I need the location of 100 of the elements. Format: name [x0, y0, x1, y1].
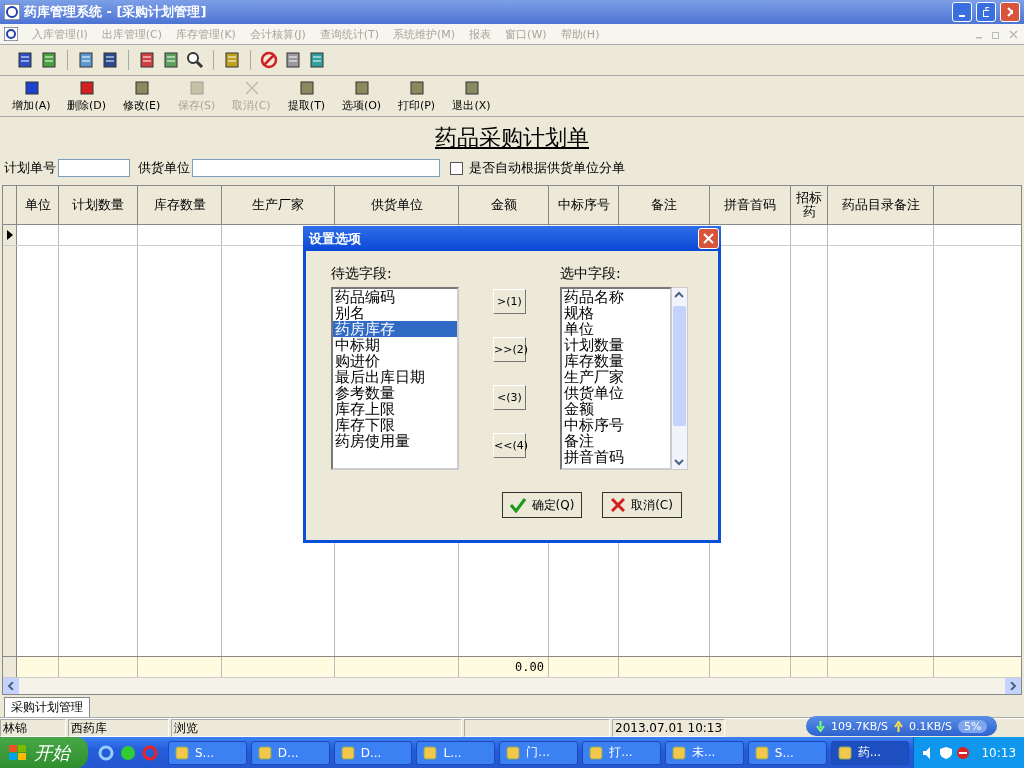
cancel-button[interactable]: 取消(C) [602, 492, 682, 518]
taskbar-button[interactable]: 未... [664, 740, 744, 765]
restore-icon [983, 7, 989, 17]
up-arrow-icon [893, 720, 903, 732]
move-button[interactable]: <(3) [493, 385, 526, 410]
column-header[interactable]: 招标药 [791, 186, 828, 224]
upload-speed: 0.1KB/S [908, 719, 952, 733]
move-button[interactable]: <<(4) [493, 433, 526, 458]
row-selector[interactable] [3, 225, 17, 245]
list-item[interactable]: 参考数量 [333, 385, 457, 401]
dialog-title: 设置选项 [309, 229, 361, 248]
column-header[interactable]: 库存数量 [138, 186, 222, 224]
scroll-left-button[interactable] [3, 678, 19, 694]
scrollbar[interactable] [672, 287, 688, 470]
list-item[interactable]: 规格 [562, 305, 670, 321]
taskbar-button[interactable]: D... [250, 740, 330, 765]
taskbar-button[interactable]: D... [333, 740, 413, 765]
move-button[interactable]: >>(2) [493, 337, 526, 362]
column-header[interactable]: 拼音首码 [710, 186, 791, 224]
form-title: 药品采购计划单 [434, 124, 590, 152]
app-logo-icon [4, 4, 20, 20]
toolbar-button[interactable]: 增加(A) [4, 79, 59, 113]
column-header[interactable]: 生产厂家 [222, 186, 335, 224]
app-icon [423, 745, 438, 760]
stop-icon[interactable] [956, 745, 971, 760]
minimize-button[interactable] [952, 2, 972, 22]
list-item[interactable]: 库存下限 [333, 417, 457, 433]
column-header[interactable]: 备注 [619, 186, 710, 224]
column-header[interactable]: 供货单位 [335, 186, 459, 224]
windows-logo-icon [8, 743, 28, 762]
supplier-field[interactable] [192, 159, 440, 177]
scroll-thumb[interactable] [673, 306, 686, 426]
horizontal-scrollbar[interactable] [3, 677, 1021, 694]
list-item[interactable]: 生产厂家 [562, 369, 670, 385]
list-label: 选中字段: [560, 265, 622, 283]
list-item[interactable]: 中标序号 [562, 417, 670, 433]
total-amount: 0.00 [515, 660, 544, 674]
list-item[interactable]: 计划数量 [562, 337, 670, 353]
taskbar-button[interactable]: 打... [582, 740, 661, 765]
column-header[interactable]: 药品目录备注 [828, 186, 934, 224]
toolbar-button[interactable]: 退出(X) [444, 79, 499, 113]
taskbar-button[interactable]: L... [416, 740, 496, 765]
column-header[interactable]: 中标序号 [549, 186, 619, 224]
taskbar-button[interactable]: S... [747, 740, 827, 765]
close-button[interactable] [1000, 2, 1020, 22]
list-item[interactable]: 购进价 [333, 353, 457, 369]
plan-number-field[interactable] [58, 159, 130, 177]
move-button[interactable]: >(1) [493, 289, 526, 314]
taskbar-button[interactable]: 药... [830, 740, 910, 765]
list-item[interactable]: 单位 [562, 321, 670, 337]
list-item[interactable]: 中标期 [333, 337, 457, 353]
app-logo-icon [4, 27, 18, 41]
field-label: 供货单位 [138, 159, 190, 177]
clock: 10:13 [981, 745, 1017, 760]
taskbar-button[interactable]: 门... [499, 740, 579, 765]
x-mark-icon [242, 79, 261, 97]
cpu-usage: 5% [957, 719, 988, 733]
available-fields-list[interactable]: 药品编码 别名 药房库存 中标期 购进价 最后出库日期 参考数量 库存上限 库存下限 药房使用量 [331, 287, 459, 470]
row-pointer-icon [6, 230, 13, 240]
list-item[interactable]: 拼音首码 [562, 449, 670, 465]
list-item[interactable]: 库存数量 [562, 353, 670, 369]
list-item[interactable]: 别名 [333, 305, 457, 321]
toolbar-button[interactable]: 删除(D) [59, 79, 114, 113]
field-label: 计划单号 [4, 159, 56, 177]
download-speed: 109.7KB/S [831, 719, 888, 733]
list-item[interactable]: 供货单位 [562, 385, 670, 401]
column-header[interactable]: 金额 [459, 186, 549, 224]
app-icon [257, 745, 272, 760]
taskbar-button[interactable]: S... [168, 740, 247, 765]
checkbox[interactable] [450, 161, 463, 175]
toolbar-button[interactable]: 提取(T) [279, 79, 334, 113]
app-icon [175, 745, 189, 760]
scroll-right-button[interactable] [1005, 678, 1021, 694]
app-icon [589, 745, 604, 760]
toolbar-button[interactable]: 打印(P) [389, 79, 444, 113]
selected-fields-list[interactable]: 药品名称 规格 单位 计划数量 库存数量 生产厂家 供货单位 金额 中标序号 备注 拼音首码 [560, 287, 672, 470]
list-item[interactable]: 药房库存 [333, 321, 457, 337]
prohibited-icon[interactable] [260, 51, 278, 69]
column-header[interactable]: 计划数量 [59, 186, 138, 224]
list-item[interactable]: 药品名称 [562, 289, 670, 305]
restore-button[interactable] [976, 2, 996, 22]
window-tab[interactable]: 采购计划管理 [4, 697, 90, 717]
list-item[interactable]: 金额 [562, 401, 670, 417]
status-panel: 西药库 [68, 719, 169, 737]
list-item[interactable]: 药房使用量 [333, 433, 457, 449]
toolbar-button[interactable]: 选项(O) [334, 79, 389, 113]
start-button[interactable]: 开始 [0, 737, 88, 768]
window-title: 药库管理系统 - [采购计划管理] [24, 3, 208, 21]
close-icon [703, 233, 714, 244]
list-item[interactable]: 药品编码 [333, 289, 457, 305]
list-item[interactable]: 备注 [562, 433, 670, 449]
close-button[interactable] [698, 228, 719, 249]
app-icon [754, 745, 769, 760]
list-item[interactable]: 最后出库日期 [333, 369, 457, 385]
search-icon[interactable] [186, 51, 204, 69]
toolbar-button[interactable]: 修改(E) [114, 79, 169, 113]
shield-icon[interactable] [939, 745, 954, 760]
ok-button[interactable]: 确定(Q) [502, 492, 582, 518]
list-item[interactable]: 库存上限 [333, 401, 457, 417]
column-header[interactable]: 单位 [17, 186, 59, 224]
